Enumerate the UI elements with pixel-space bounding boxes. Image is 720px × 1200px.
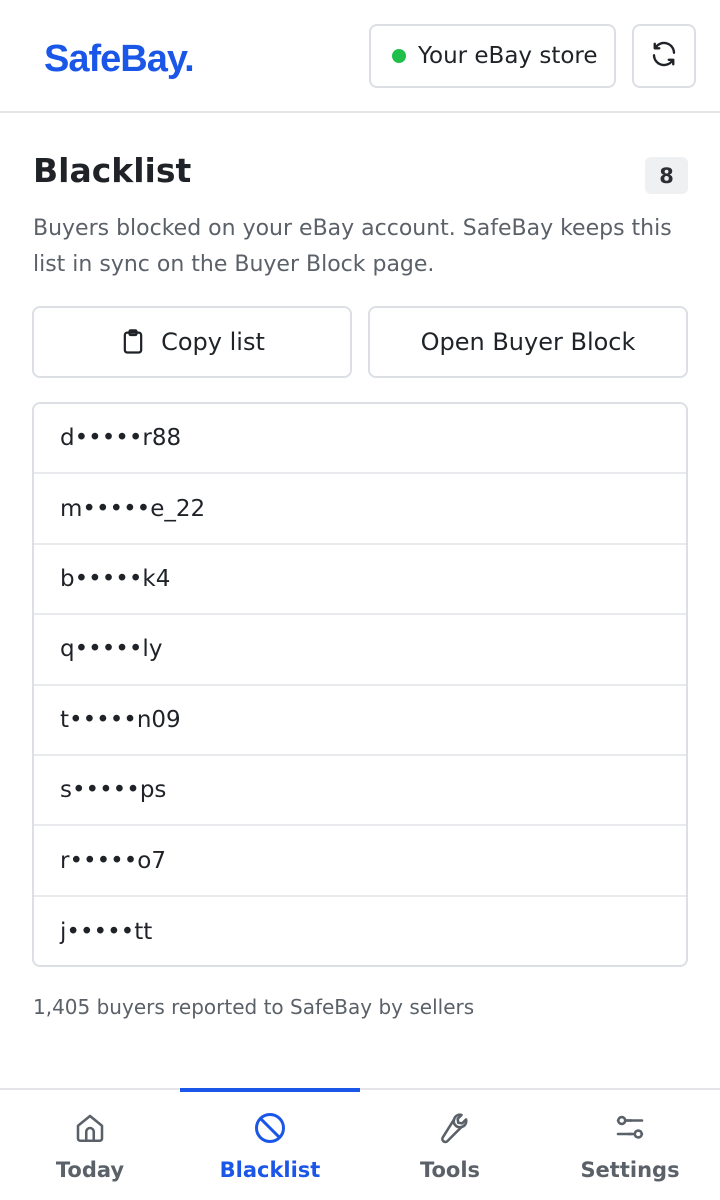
nav-label-settings: Settings bbox=[580, 1158, 680, 1182]
nav-item-settings[interactable]: Settings bbox=[540, 1090, 720, 1200]
copy-list-label: Copy list bbox=[161, 328, 265, 356]
store-label: Your eBay store bbox=[418, 43, 598, 69]
sliders-icon bbox=[612, 1110, 648, 1150]
list-item[interactable]: s•••••ps bbox=[34, 756, 686, 827]
store-selector-button[interactable]: Your eBay store bbox=[369, 24, 616, 88]
app-header: SafeBay. Your eBay store bbox=[0, 0, 720, 113]
reported-count-note: 1,405 buyers reported to SafeBay by sell… bbox=[33, 995, 475, 1019]
refresh-icon bbox=[649, 39, 679, 73]
store-status-dot bbox=[392, 49, 406, 63]
list-item[interactable]: j•••••tt bbox=[34, 897, 686, 965]
home-icon bbox=[72, 1110, 108, 1150]
list-item[interactable]: q•••••ly bbox=[34, 615, 686, 686]
open-buyer-block-button[interactable]: Open Buyer Block bbox=[368, 306, 688, 378]
nav-item-blacklist[interactable]: Blacklist bbox=[180, 1088, 360, 1200]
page-title: Blacklist bbox=[33, 151, 192, 190]
count-badge: 8 bbox=[645, 157, 688, 194]
list-item[interactable]: r•••••o7 bbox=[34, 826, 686, 897]
list-item[interactable]: t•••••n09 bbox=[34, 686, 686, 756]
copy-list-button[interactable]: Copy list bbox=[32, 306, 352, 378]
nav-item-today[interactable]: Today bbox=[0, 1090, 180, 1200]
nav-label-today: Today bbox=[55, 1158, 125, 1182]
list-item[interactable]: b•••••k4 bbox=[34, 545, 686, 616]
wrench-icon bbox=[432, 1110, 468, 1150]
blocked-buyers-list: d•••••r88 m•••••e_22 b•••••k4 q•••••ly t… bbox=[32, 402, 688, 967]
safebay-logo[interactable]: SafeBay. bbox=[44, 36, 195, 82]
refresh-button[interactable] bbox=[632, 24, 696, 88]
clipboard-icon bbox=[119, 328, 161, 356]
nav-label-tools: Tools bbox=[419, 1158, 481, 1182]
list-item[interactable]: m•••••e_22 bbox=[34, 474, 686, 545]
block-icon bbox=[252, 1110, 288, 1150]
open-buyer-block-label: Open Buyer Block bbox=[420, 328, 636, 356]
list-item[interactable]: d•••••r88 bbox=[34, 404, 686, 475]
nav-label-blacklist: Blacklist bbox=[219, 1158, 321, 1182]
nav-item-tools[interactable]: Tools bbox=[360, 1090, 540, 1200]
bottom-navigation: Today Blacklist Tools Settings bbox=[0, 1088, 720, 1200]
page-description: Buyers blocked on your eBay account. Saf… bbox=[33, 216, 672, 277]
